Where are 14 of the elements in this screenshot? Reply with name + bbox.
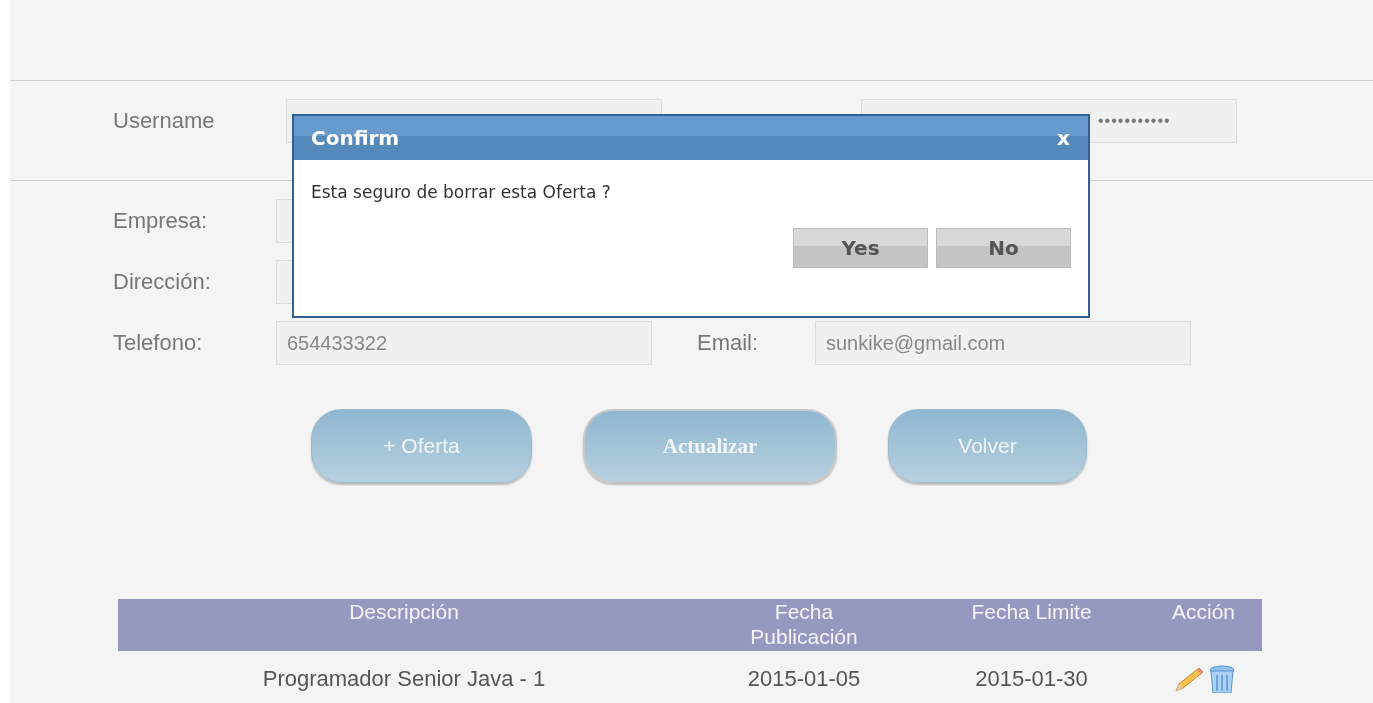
column-header: Fecha Limite xyxy=(918,599,1145,651)
dialog-title: Confirm xyxy=(311,126,400,150)
table-cell: Programador Senior Java - 1 xyxy=(118,651,690,694)
table-cell: 2015-01-30 xyxy=(918,651,1145,694)
column-header: Descripción xyxy=(118,599,690,651)
field-label: Email: xyxy=(697,330,760,356)
column-header: Acción xyxy=(1145,599,1262,651)
field-label: Empresa: xyxy=(113,208,209,234)
field-label: Dirección: xyxy=(113,269,212,295)
field-label: Telefono: xyxy=(113,330,204,356)
dialog-message: Esta seguro de borrar esta Oferta ? xyxy=(310,181,612,202)
table-cell: 2015-01-05 xyxy=(690,651,918,694)
username-label: Username xyxy=(113,108,216,134)
column-header: Fecha Publicación xyxy=(690,599,918,651)
